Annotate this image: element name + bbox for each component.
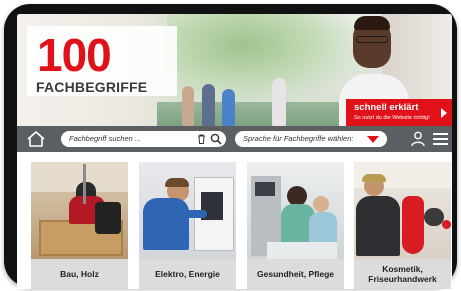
- trash-icon[interactable]: [197, 134, 206, 144]
- category-card-kosmetik-friseurhandwerk[interactable]: Kosmetik, Friseurhandwerk: [354, 162, 451, 289]
- hero-banner: 100 FACHBEGRIFFE schnell erklärt So nutz…: [17, 14, 452, 126]
- navbar: Fachbegriff suchen ... Sprache für Fachb…: [17, 126, 452, 152]
- menu-icon-line: [433, 138, 448, 140]
- logo-number: 100: [37, 29, 112, 81]
- screen: 100 FACHBEGRIFFE schnell erklärt So nutz…: [17, 14, 452, 289]
- category-image-kosmetik-friseurhandwerk: [354, 162, 451, 259]
- hero-person: [222, 89, 235, 126]
- hero-main-person-hair: [354, 16, 390, 30]
- search-icon[interactable]: [210, 133, 222, 145]
- category-label: Gesundheit, Pflege: [257, 269, 334, 279]
- home-button[interactable]: [25, 130, 47, 148]
- home-icon: [27, 131, 45, 147]
- promo-title: schnell erklärt: [354, 102, 419, 113]
- category-card-elektro-energie[interactable]: Elektro, Energie: [139, 162, 236, 289]
- menu-icon-line: [433, 143, 448, 145]
- category-image-elektro-energie: [139, 162, 236, 259]
- search-field[interactable]: Fachbegriff suchen ...: [61, 131, 226, 147]
- user-icon: [411, 131, 425, 147]
- promo-subtitle: So nutzt du die Website richtig!: [354, 115, 430, 121]
- search-placeholder: Fachbegriff suchen ...: [69, 134, 142, 143]
- hero-person: [202, 84, 215, 126]
- category-image-gesundheit-pflege: [247, 162, 344, 259]
- schnell-erklaert-button[interactable]: schnell erklärt So nutzt du die Website …: [346, 99, 452, 126]
- menu-icon-line: [433, 133, 448, 135]
- category-card-bau-holz[interactable]: Bau, Holz: [31, 162, 128, 289]
- user-button[interactable]: [411, 131, 425, 147]
- category-label: Bau, Holz: [60, 269, 99, 279]
- category-card-gesundheit-pflege[interactable]: Gesundheit, Pflege: [247, 162, 344, 289]
- category-label: Elektro, Energie: [155, 269, 220, 279]
- arrow-right-icon: [441, 108, 447, 118]
- category-grid: Bau, Holz Elektro, Energie Gesundheit, P…: [17, 152, 452, 289]
- category-label: Kosmetik, Friseurhandwerk: [368, 264, 437, 284]
- hero-person: [182, 86, 194, 126]
- hero-person: [272, 78, 286, 126]
- menu-button[interactable]: [433, 132, 448, 146]
- chevron-down-icon: [367, 136, 379, 143]
- language-placeholder: Sprache für Fachbegriffe wählen:: [243, 134, 354, 143]
- category-image-bau-holz: [31, 162, 128, 259]
- site-logo[interactable]: 100 FACHBEGRIFFE: [27, 26, 177, 96]
- hero-main-person-glasses: [356, 36, 388, 43]
- hero-trees: [167, 14, 357, 104]
- language-select[interactable]: Sprache für Fachbegriffe wählen:: [235, 131, 387, 147]
- logo-word: FACHBEGRIFFE: [36, 79, 148, 95]
- tablet-frame: 100 FACHBEGRIFFE schnell erklärt So nutz…: [4, 4, 457, 289]
